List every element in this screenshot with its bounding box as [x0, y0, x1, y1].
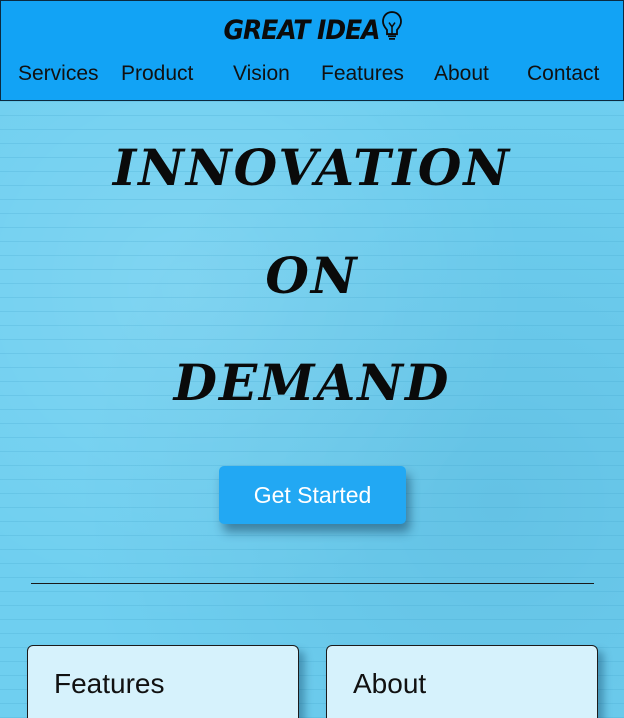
section-divider: [31, 583, 594, 584]
about-card[interactable]: About: [326, 645, 598, 718]
logo[interactable]: GREAT IDEA: [1, 10, 624, 53]
nav-item-features[interactable]: Features: [321, 57, 404, 91]
main-nav: Services Product Vision Features About C…: [1, 57, 624, 93]
logo-text: GREAT IDEA: [223, 14, 380, 46]
nav-item-contact[interactable]: Contact: [527, 57, 599, 91]
hero-headline-line-3: Demand: [173, 353, 451, 412]
get-started-button[interactable]: Get Started: [219, 466, 406, 524]
nav-item-product[interactable]: Product: [121, 57, 193, 91]
features-card-title: Features: [54, 668, 165, 699]
lightbulb-icon: [381, 10, 403, 53]
features-card[interactable]: Features: [27, 645, 299, 718]
hero-headline-line-2: On: [265, 246, 359, 305]
hero-headline-line-1: Innovation: [112, 138, 512, 197]
nav-item-vision[interactable]: Vision: [233, 57, 290, 91]
nav-item-about[interactable]: About: [434, 57, 489, 91]
about-card-title: About: [353, 668, 427, 699]
nav-item-services[interactable]: Services: [18, 57, 99, 91]
site-header: GREAT IDEA Services Product Vision Featu…: [0, 0, 624, 101]
